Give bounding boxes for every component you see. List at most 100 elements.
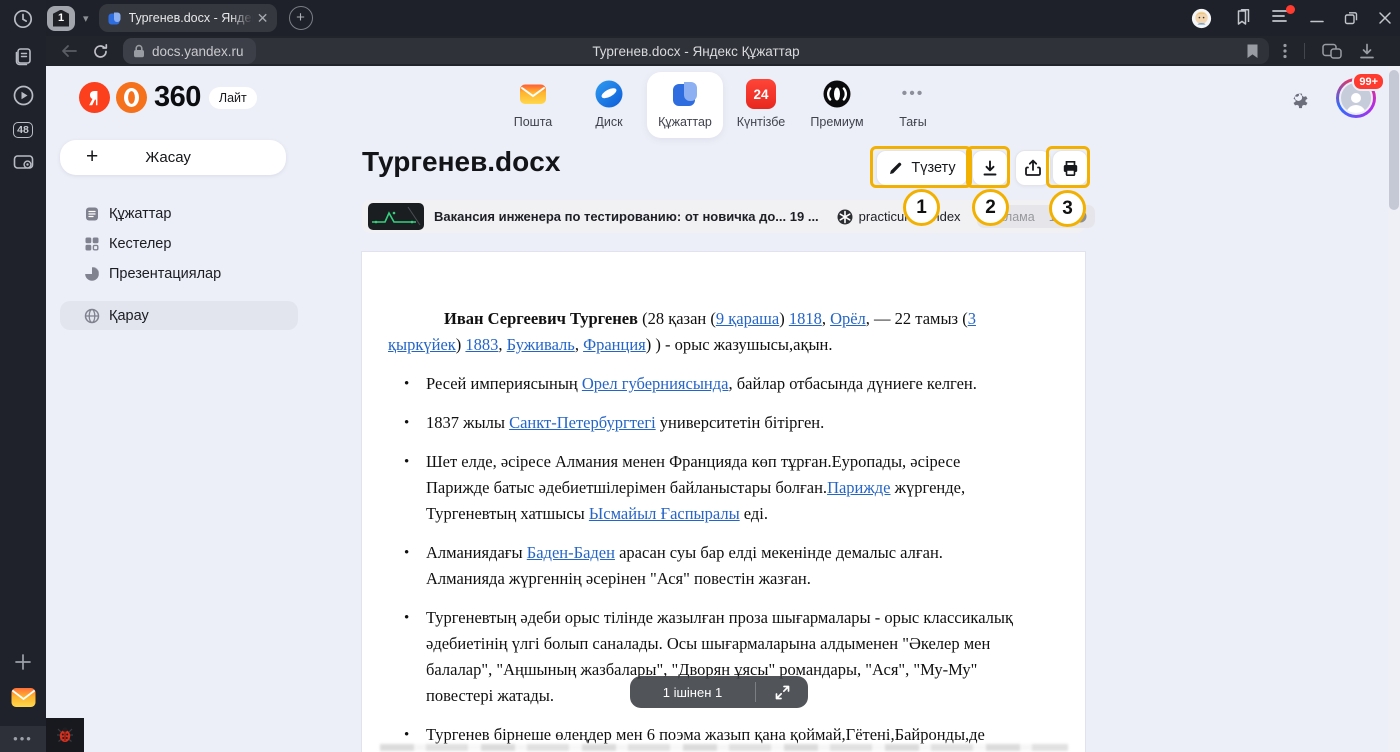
account-avatar[interactable]: 99+ [1336,78,1376,118]
app-mail[interactable]: Пошта [495,72,571,138]
side-panel-icon[interactable] [1322,43,1342,60]
browser-menu-icon[interactable] [1272,9,1290,28]
notifications-badge: 99+ [1352,72,1385,91]
sidebar-item-label: Құжаттар [109,206,171,222]
address-bar[interactable]: docs.yandex.ru Тургенев.docx - Яндекс Құ… [123,38,1269,64]
refresh-icon[interactable] [92,43,109,60]
tab-list-chevron-icon[interactable]: ▾ [83,12,89,25]
annotation-rect-1 [870,146,972,188]
badge-48-icon[interactable]: 48 [0,122,46,138]
sidebar-item-label: Презентациялар [109,266,221,282]
page-scrollbar[interactable] [1388,66,1400,752]
history-icon[interactable] [0,8,46,30]
screen-capture-icon[interactable] [0,152,46,174]
app-calendar[interactable]: 24 Күнтізбе [723,72,799,138]
site-identity-chip[interactable]: docs.yandex.ru [123,38,256,64]
tab-counter[interactable]: 1 [47,6,75,31]
app-label: Тағы [899,115,927,129]
intro-paragraph: Иван Сергеевич Тургенев (28 қазан (9 қар… [388,306,1022,358]
bookmarks-icon[interactable] [1232,8,1252,28]
brand-360: 360 [154,81,201,114]
bug-report-button[interactable] [46,718,84,752]
restore-icon[interactable] [1344,11,1358,25]
table-icon [84,236,100,252]
bullet-item: •1837 жылы Санкт-Петербургтегі университ… [404,410,1022,436]
minimize-icon[interactable] [1310,12,1324,24]
mail-icon [518,79,548,109]
app-label: Күнтізбе [737,115,786,129]
back-icon[interactable] [60,43,78,59]
doc-link[interactable]: Парижде [827,478,890,497]
browser-tab-bar: 1 ▾ Тургенев.docx - Яндекс ✕ + [46,0,1400,36]
rail-more-icon[interactable]: ••• [0,726,46,752]
doc-link[interactable]: Санкт-Петербургтегі [509,413,656,432]
address-more-icon[interactable] [1283,43,1287,59]
disk-icon [594,79,624,109]
app-disk[interactable]: Диск [571,72,647,138]
docs-icon [670,79,700,109]
expand-icon [774,684,791,701]
doc-link[interactable]: 1818 [789,309,822,328]
badge-48-label: 48 [13,122,33,138]
document-title: Тургенев.docx [362,146,560,178]
collections-icon[interactable] [0,46,46,68]
doc-link[interactable]: Баден-Баден [527,543,615,562]
doc-link[interactable]: 9 қараша [716,309,779,328]
bug-icon [54,724,76,746]
window-title: Тургенев.docx - Яндекс Құжаттар [123,44,1269,59]
doc-link[interactable]: Ысмайыл Ғаспыралы [589,504,740,523]
lock-icon [133,44,145,58]
browser-tab[interactable]: Тургенев.docx - Яндекс ✕ [99,4,277,32]
rail-add-icon[interactable] [0,652,46,672]
doc-link[interactable]: Буживаль [507,335,575,354]
close-window-icon[interactable] [1378,11,1392,25]
globe-icon [84,308,100,324]
annotation-rect-2 [966,146,1010,188]
scrollbar-thumb[interactable] [1389,70,1399,210]
divider [1304,43,1305,59]
sidebar-item-documents[interactable]: Құжаттар [60,199,298,228]
profile-emoji-avatar[interactable] [1191,8,1212,29]
premium-icon [822,79,852,109]
docs-sidebar: + Жасау Құжаттар Кестелер Презентациялар [60,140,298,331]
app-label: Пошта [514,115,553,129]
ad-thumbnail [368,203,424,230]
yandex-360-logo[interactable]: 360 Лайт [78,81,257,114]
app-premium[interactable]: Премиум [799,72,875,138]
page-indicator: 1 ішінен 1 [630,676,808,708]
new-tab-button[interactable]: + [289,6,313,30]
downloads-icon[interactable] [1359,43,1375,60]
annotation-rect-3 [1046,146,1090,188]
app-docs[interactable]: Құжаттар [647,72,723,138]
sidebar-item-presentations[interactable]: Презентациялар [60,259,298,288]
doc-link[interactable]: Орёл [830,309,866,328]
bullet-item: •Ресей империясының Орел губерниясында, … [404,371,1022,397]
sidebar-item-tables[interactable]: Кестелер [60,229,298,258]
url-text: docs.yandex.ru [152,44,244,59]
annotation-circle-3: 3 [1049,190,1086,227]
doc-link[interactable]: Орел губерниясында [582,374,729,393]
create-button[interactable]: + Жасау [60,140,286,175]
play-circle-icon[interactable] [0,84,46,107]
doc-link[interactable]: Франция [583,335,646,354]
practicum-logo-icon [837,209,853,225]
app-more[interactable]: ••• Тағы [875,72,951,138]
yandex-o-icon [115,81,148,114]
tab-title: Тургенев.docx - Яндекс [129,11,253,25]
bookmark-flag-icon[interactable] [1246,43,1259,59]
mail-app-icon[interactable] [0,684,46,711]
sidebar-item-label: Кестелер [109,236,171,252]
document-icon [84,206,100,222]
page-indicator-label: 1 ішінен 1 [630,685,755,700]
sidebar-item-view[interactable]: Қарау [60,301,298,330]
fullscreen-button[interactable] [756,684,808,701]
tab-close-icon[interactable]: ✕ [257,10,269,27]
plus-icon: + [86,145,98,169]
ad-source[interactable]: practicum.yandex [837,209,961,225]
more-apps-icon: ••• [898,79,928,109]
menu-notification-dot [1286,5,1295,14]
bullet-item: •Алманиядағы Баден-Баден арасан суы бар … [404,540,1022,592]
app-label: Премиум [810,115,863,129]
settings-gear-icon[interactable] [1287,87,1310,110]
doc-link[interactable]: 1883 [465,335,498,354]
